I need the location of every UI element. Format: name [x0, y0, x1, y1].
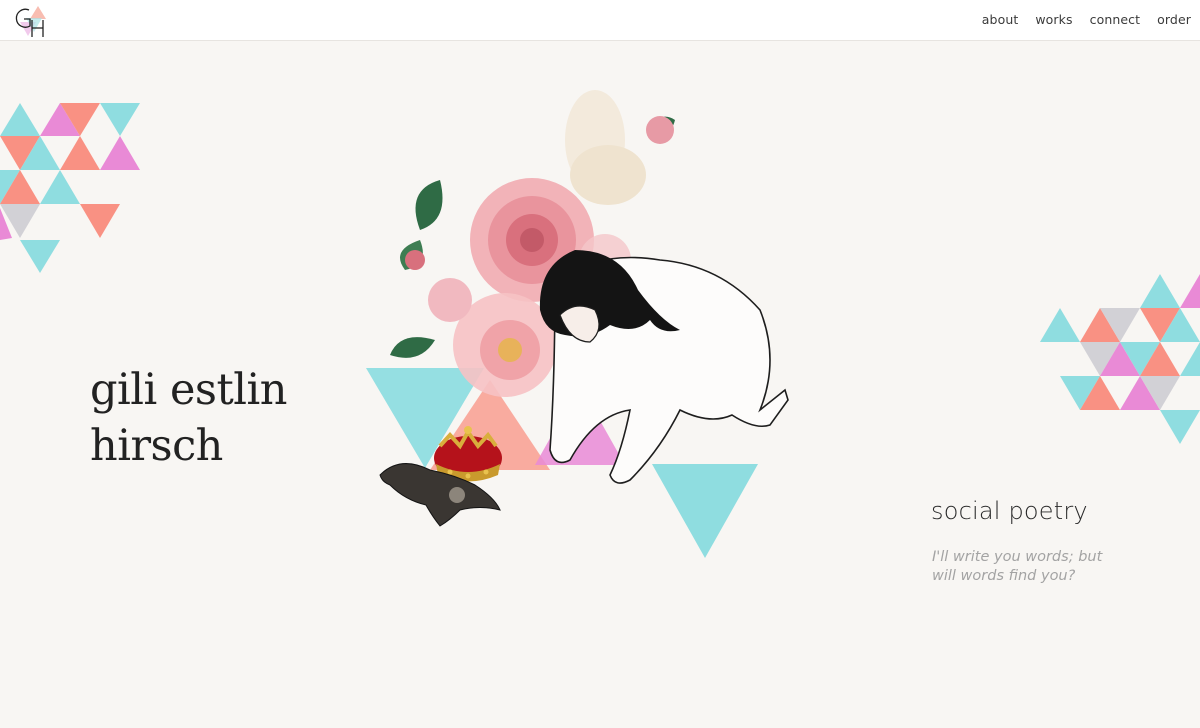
nav-connect[interactable]: connect [1090, 12, 1141, 27]
tagline-quote-line2: will words find you? [932, 568, 1076, 584]
hero-name-line1: gili estlin [90, 365, 287, 415]
triangle-pattern-left-icon [0, 103, 140, 273]
tagline-quote-line1: I'll write you words; but [932, 549, 1103, 565]
tagline-title: social poetry [931, 497, 1088, 525]
nav-works[interactable]: works [1035, 12, 1072, 27]
teal-triangle-bottom-icon [652, 464, 758, 558]
crouching-figure-icon [539, 250, 789, 484]
tagline-quote: I'll write you words; but will words fin… [932, 548, 1112, 586]
triangle-pattern-right-icon [1040, 274, 1200, 444]
nav-about[interactable]: about [982, 12, 1019, 27]
main-nav: about works connect order [965, 12, 1191, 27]
hero-name-heading: gili estlin hirsch [90, 362, 287, 474]
hero-illustration [366, 90, 789, 558]
nav-order[interactable]: order [1157, 12, 1191, 27]
top-navigation-bar: about works connect order [0, 0, 1200, 41]
hero-name-line2: hirsch [90, 421, 223, 471]
gh-monogram-icon[interactable] [12, 4, 48, 38]
